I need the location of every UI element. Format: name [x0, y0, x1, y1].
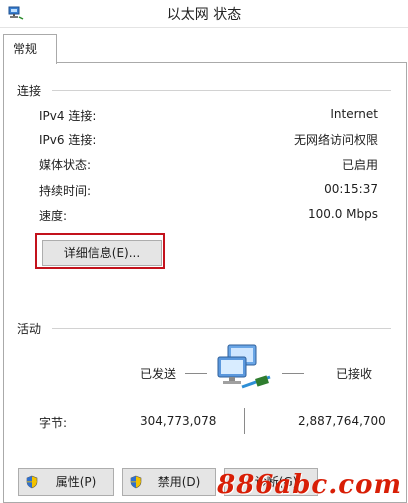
title-bar: 以太网 状态 [0, 0, 408, 28]
ipv6-value: 无网络访问权限 [293, 133, 378, 147]
ipv6-row: IPv6 连接: 无网络访问权限 [39, 131, 378, 149]
duration-value: 00:15:37 [324, 182, 378, 196]
ipv4-label: IPv4 连接: [39, 109, 97, 123]
bytes-received-value: 2,887,764,700 [298, 414, 386, 428]
bytes-label: 字节: [39, 416, 68, 430]
ipv4-row: IPv4 连接: Internet [39, 107, 378, 125]
media-state-label: 媒体状态: [39, 158, 92, 172]
sent-label: 已发送 [140, 367, 177, 381]
disable-button[interactable]: 禁用(D) [122, 468, 216, 496]
received-label: 已接收 [336, 367, 373, 381]
network-computers-icon [217, 344, 271, 389]
connection-group-divider [52, 90, 391, 91]
sent-dash [185, 373, 207, 374]
speed-row: 速度: 100.0 Mbps [39, 207, 378, 225]
ipv6-label: IPv6 连接: [39, 133, 97, 147]
bytes-sent-value: 304,773,078 [140, 414, 217, 428]
duration-label: 持续时间: [39, 184, 92, 198]
site-watermark: 886abc.com [217, 470, 402, 500]
media-state-value: 已启用 [341, 158, 378, 172]
received-dash [282, 373, 304, 374]
properties-button[interactable]: 属性(P) [18, 468, 114, 496]
uac-shield-icon [130, 475, 142, 489]
uac-shield-icon [26, 475, 38, 489]
details-button[interactable]: 详细信息(E)... [42, 240, 162, 266]
connection-group-title: 连接 [17, 84, 42, 98]
properties-button-label: 属性(P) [55, 475, 97, 489]
tab-strip: 常规 [0, 28, 408, 64]
tab-general[interactable]: 常规 [3, 34, 57, 64]
bytes-separator [244, 408, 245, 434]
activity-group-divider [52, 328, 391, 329]
media-state-row: 媒体状态: 已启用 [39, 156, 378, 174]
ipv4-value: Internet [330, 107, 378, 121]
speed-value: 100.0 Mbps [307, 207, 378, 221]
activity-group-title: 活动 [17, 322, 42, 336]
disable-button-label: 禁用(D) [157, 475, 201, 489]
window-title: 以太网 状态 [166, 7, 242, 23]
speed-label: 速度: [39, 209, 68, 223]
general-panel [3, 62, 407, 503]
duration-row: 持续时间: 00:15:37 [39, 182, 378, 200]
